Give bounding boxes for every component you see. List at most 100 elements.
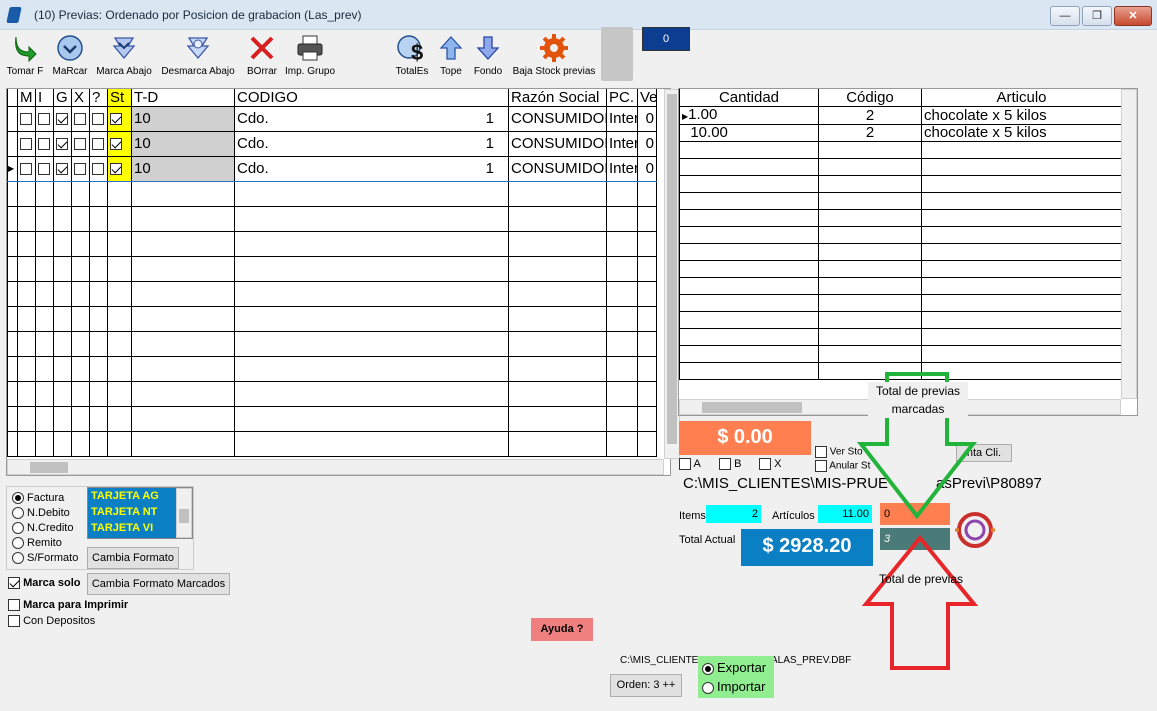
card-item[interactable]: TARJETA VI (88, 520, 176, 536)
card-item[interactable]: TARJETA NT (88, 504, 176, 520)
table-row[interactable] (679, 157, 1122, 176)
table-row[interactable] (679, 174, 1122, 193)
format-radio[interactable]: N.Credito (12, 522, 78, 537)
card-list-scroll[interactable] (176, 488, 192, 538)
check-q[interactable] (89, 105, 108, 132)
table-row[interactable]: ▶1.00 2 chocolate x 5 kilos (679, 105, 1122, 125)
marca-abajo-button[interactable]: Marca Abajo (94, 32, 154, 77)
puzzle-widget[interactable] (601, 27, 633, 81)
table-row[interactable] (679, 140, 1122, 159)
check-g[interactable] (53, 130, 72, 157)
check-m[interactable] (17, 130, 36, 157)
table-row[interactable] (7, 180, 657, 207)
table-row[interactable] (679, 225, 1122, 244)
table-row[interactable] (679, 293, 1122, 312)
tope-button[interactable]: Tope (436, 32, 466, 77)
table-row[interactable] (7, 330, 657, 357)
table-row[interactable] (679, 242, 1122, 261)
check-m[interactable] (17, 155, 36, 182)
check-g[interactable] (53, 105, 72, 132)
vscroll-thumb[interactable] (667, 94, 677, 444)
totales-button[interactable]: $ TotalEs (393, 32, 431, 77)
format-radio[interactable]: S/Formato (12, 552, 78, 567)
check-x[interactable] (71, 155, 90, 182)
check-a[interactable]: A (679, 458, 701, 471)
table-row[interactable]: 10Cdo.1CONSUMIDOR FINALInternet 374 00 (7, 105, 657, 132)
check-i[interactable] (35, 130, 54, 157)
col-header[interactable]: St (107, 89, 132, 107)
right-grid-vscroll[interactable] (1121, 89, 1137, 399)
format-radio[interactable]: Factura (12, 492, 78, 507)
check-st[interactable] (107, 130, 132, 157)
table-row[interactable] (7, 405, 657, 432)
check-i[interactable] (35, 105, 54, 132)
table-row[interactable] (679, 327, 1122, 346)
table-row[interactable]: 10.00 2 chocolate x 5 kilos (679, 123, 1122, 142)
importar-radio[interactable]: Importar (702, 679, 765, 694)
con-depositos-check[interactable]: Con Depositos (8, 615, 95, 628)
imp-grupo-button[interactable]: Imp. Grupo (283, 32, 337, 77)
marca-imprimir-check[interactable]: Marca para Imprimir (8, 599, 128, 612)
col-header[interactable]: T-D (131, 89, 235, 107)
format-radio[interactable]: N.Debito (12, 507, 78, 522)
col-header[interactable]: ? (89, 89, 108, 107)
table-row[interactable] (679, 191, 1122, 210)
check-i[interactable] (35, 155, 54, 182)
cambia-formato-marcados-button[interactable]: Cambia Formato Marcados (87, 573, 230, 595)
fondo-button[interactable]: Fondo (471, 32, 505, 77)
exportar-radio[interactable]: Exportar (702, 660, 766, 675)
check-b[interactable]: B (719, 458, 741, 471)
maximize-button[interactable]: ❐ (1082, 6, 1112, 26)
card-item[interactable]: TARJETA MC (88, 536, 176, 538)
borrar-button[interactable]: BOrrar (244, 32, 280, 77)
marcar-button[interactable]: MaRcar (50, 32, 90, 77)
table-row[interactable] (679, 310, 1122, 329)
check-q[interactable] (89, 155, 108, 182)
col-header[interactable]: G (53, 89, 72, 107)
cambia-formato-button[interactable]: Cambia Formato (87, 547, 179, 569)
check-st[interactable] (107, 105, 132, 132)
marca-solo-check[interactable]: Marca solo (8, 577, 81, 590)
card-list[interactable]: TARJETA AGTARJETA NTTARJETA VITARJETA MC (87, 487, 193, 539)
format-radio[interactable]: Remito (12, 537, 78, 552)
check-m[interactable] (17, 105, 36, 132)
left-grid-hscroll[interactable] (7, 459, 664, 475)
table-row[interactable]: 10Cdo.1CONSUMIDOR FINALInternet 374 00 (7, 130, 657, 157)
check-st[interactable] (107, 155, 132, 182)
col-header[interactable]: I (35, 89, 54, 107)
table-row[interactable] (7, 280, 657, 307)
col-header[interactable]: Código (818, 89, 922, 107)
desmarca-abajo-button[interactable]: Desmarca Abajo (157, 32, 239, 77)
col-header[interactable]: Articulo (921, 89, 1122, 107)
table-row[interactable] (679, 259, 1122, 278)
col-header[interactable]: Razón Social (508, 89, 607, 107)
table-row[interactable] (679, 208, 1122, 227)
hscroll-thumb-right[interactable] (702, 402, 802, 413)
col-header[interactable]: Vend (637, 89, 657, 107)
col-header[interactable]: X (71, 89, 90, 107)
check-x[interactable] (71, 105, 90, 132)
table-row[interactable] (7, 355, 657, 382)
col-header[interactable]: Cantidad (679, 89, 819, 107)
minimize-button[interactable]: — (1050, 6, 1080, 26)
table-row[interactable] (679, 344, 1122, 363)
table-row[interactable] (7, 430, 657, 457)
table-row[interactable] (7, 305, 657, 332)
close-button[interactable]: ✕ (1114, 6, 1152, 26)
col-header[interactable]: M (17, 89, 36, 107)
table-row[interactable] (7, 255, 657, 282)
col-header[interactable]: PC. (606, 89, 638, 107)
hscroll-thumb[interactable] (30, 462, 68, 473)
check-g[interactable] (53, 155, 72, 182)
orden-button[interactable]: Orden: 3 ++ (610, 674, 682, 697)
check-x[interactable] (71, 130, 90, 157)
table-row[interactable] (7, 205, 657, 232)
check-x[interactable]: X (759, 458, 781, 471)
table-row[interactable] (7, 230, 657, 257)
col-header[interactable]: CODIGO (234, 89, 509, 107)
tomar-button[interactable]: Tomar F (6, 32, 44, 77)
card-item[interactable]: TARJETA AG (88, 488, 176, 504)
ayuda-button[interactable]: Ayuda ? (531, 618, 593, 641)
check-q[interactable] (89, 130, 108, 157)
baja-stock-button[interactable]: Baja Stock previas (508, 32, 600, 77)
